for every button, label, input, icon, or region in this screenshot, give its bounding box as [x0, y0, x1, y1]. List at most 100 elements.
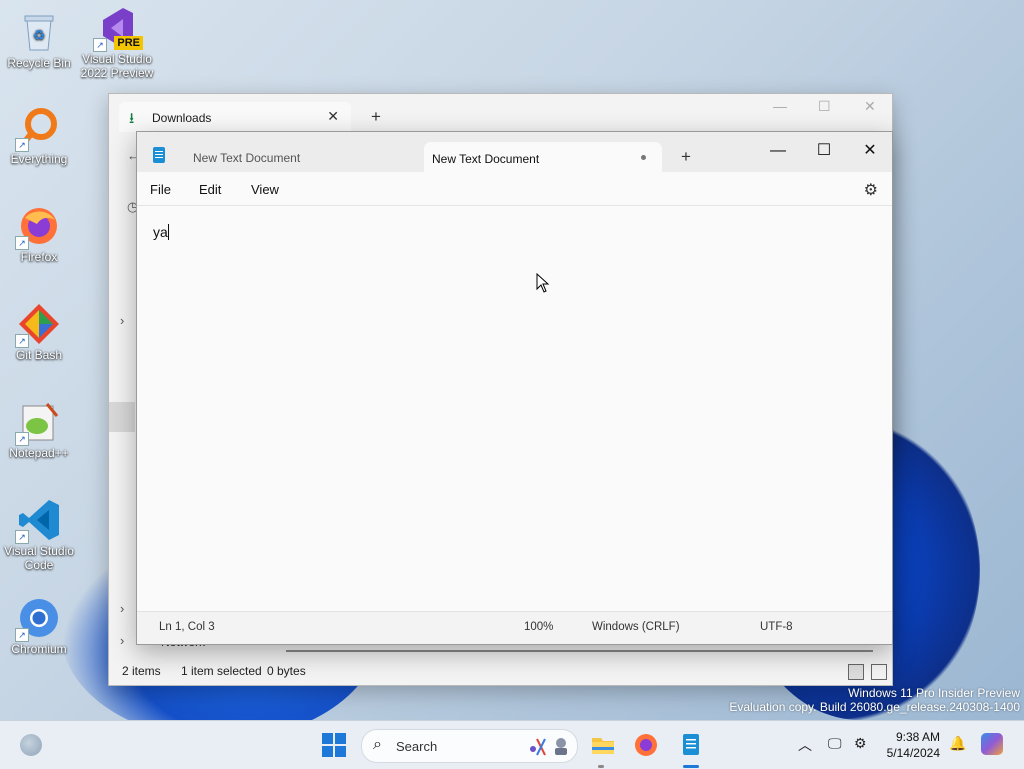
vscode-icon: ↗	[15, 498, 61, 544]
taskbar-firefox-icon[interactable]	[633, 732, 659, 758]
unsaved-dot-icon[interactable]	[641, 155, 646, 160]
close-button[interactable]: ✕	[864, 98, 876, 115]
desktop-icon-firefox[interactable]: ↗ Firefox	[0, 204, 78, 264]
desktop-icon-visual-studio-code[interactable]: ↗ Visual Studio Code	[0, 498, 78, 572]
volume-icon[interactable]: ⚙	[854, 735, 867, 752]
status-line-ending[interactable]: Windows (CRLF)	[592, 621, 680, 633]
taskbar-clock[interactable]: 9:38 AM 5/14/2024	[884, 729, 940, 761]
git-bash-icon: ↗	[15, 302, 61, 348]
visual-studio-icon: PRE ↗	[93, 6, 143, 52]
notepad-titlebar: New Text Document New Text Document + — …	[137, 132, 892, 172]
shortcut-arrow-icon: ↗	[15, 530, 29, 544]
everything-search-icon: ↗	[15, 106, 61, 152]
tiles-view-button[interactable]	[871, 664, 887, 680]
expand-chevron-icon[interactable]: ›	[120, 313, 124, 328]
taskbar-file-explorer-icon[interactable]	[590, 732, 616, 758]
search-placeholder: Search	[396, 739, 438, 754]
expand-chevron-icon[interactable]: ›	[120, 601, 124, 616]
start-button[interactable]	[322, 733, 346, 757]
tab-label: New Text Document	[193, 151, 301, 165]
menu-file[interactable]: File	[150, 182, 171, 197]
widgets-icon[interactable]	[20, 734, 42, 756]
details-view-button[interactable]	[848, 664, 864, 680]
desktop-icon-notepad-plus-plus[interactable]: ↗ Notepad++	[0, 400, 78, 460]
notepad-tab-1[interactable]: New Text Document	[181, 144, 421, 172]
svg-text:♻: ♻	[33, 27, 46, 43]
shortcut-arrow-icon: ↗	[15, 236, 29, 250]
desktop-icon-label: Firefox	[20, 250, 58, 264]
notepad-window[interactable]: New Text Document New Text Document + — …	[136, 131, 893, 645]
text-editor-area[interactable]: ya	[153, 224, 169, 240]
settings-gear-icon[interactable]: ⚙	[864, 180, 878, 200]
desktop-icon-visual-studio-2022-preview[interactable]: PRE ↗ Visual Studio 2022 Preview	[78, 6, 156, 80]
shortcut-arrow-icon: ↗	[15, 628, 29, 642]
new-tab-button[interactable]: +	[371, 107, 381, 127]
mouse-pointer-icon	[536, 273, 550, 293]
status-item-count: 2 items	[122, 664, 161, 678]
horizontal-scrollbar[interactable]	[286, 650, 873, 652]
shortcut-arrow-icon: ↗	[15, 432, 29, 446]
maximize-button[interactable]: ☐	[801, 138, 847, 164]
watermark-line-2: Evaluation copy. Build 26080.ge_release.…	[729, 700, 1020, 714]
download-icon: ⭳	[129, 110, 135, 127]
status-cursor-position: Ln 1, Col 3	[159, 621, 215, 633]
explorer-status-bar: 2 items 1 item selected 0 bytes	[109, 657, 892, 685]
menu-view[interactable]: View	[251, 182, 279, 197]
show-hidden-icons-chevron[interactable]: ︿	[798, 735, 812, 755]
notepad-tab-2-active[interactable]: New Text Document	[424, 142, 662, 172]
pre-badge: PRE	[114, 36, 143, 50]
status-encoding[interactable]: UTF-8	[760, 621, 793, 633]
menu-edit[interactable]: Edit	[199, 182, 221, 197]
desktop-icon-label: Everything	[10, 152, 68, 166]
watermark-line-1: Windows 11 Pro Insider Preview	[848, 686, 1020, 700]
desktop-icon-label: Notepad++	[9, 446, 69, 460]
network-icon[interactable]: 🖵	[828, 735, 842, 752]
evaluation-watermark: Windows 11 Pro Insider Preview Evaluatio…	[729, 686, 1020, 714]
desktop-icon-chromium[interactable]: ↗ Chromium	[0, 596, 78, 656]
close-tab-icon[interactable]: ✕	[327, 108, 339, 125]
desktop-icon-label: Git Bash	[15, 348, 63, 362]
search-icon: ⌕	[373, 736, 382, 753]
firefox-icon: ↗	[15, 204, 61, 250]
desktop-icon-everything[interactable]: ↗ Everything	[0, 106, 78, 166]
taskbar: ⌕ Search ︿ 🖵 ⚙ 9:38 AM 5/14/2024 🔔	[0, 720, 1024, 769]
notification-bell-icon[interactable]: 🔔	[949, 735, 966, 752]
desktop-icon-label: Visual Studio 2022 Preview	[80, 52, 154, 80]
desktop-icon-label: Chromium	[11, 642, 67, 656]
text-caret	[167, 224, 169, 240]
notepad-app-icon	[153, 147, 165, 163]
explorer-tab-downloads[interactable]: ⭳ Downloads ✕	[119, 102, 351, 132]
notepad-menubar: File Edit View ⚙	[137, 172, 892, 206]
search-mascot-icon	[550, 735, 572, 757]
nav-selected-row	[109, 402, 135, 432]
status-size: 0 bytes	[267, 664, 306, 678]
status-zoom[interactable]: 100%	[524, 621, 553, 633]
minimize-button[interactable]: —	[773, 98, 787, 114]
shortcut-arrow-icon: ↗	[93, 38, 107, 52]
desktop-icon-label: Recycle Bin	[7, 56, 71, 70]
shortcut-arrow-icon: ↗	[15, 334, 29, 348]
tab-label: New Text Document	[432, 152, 540, 166]
desktop-icon-label: Visual Studio Code	[4, 544, 74, 572]
taskbar-notepad-icon[interactable]	[678, 732, 704, 758]
copilot-icon[interactable]	[981, 733, 1003, 755]
minimize-button[interactable]: —	[755, 138, 801, 164]
notepad-status-bar: Ln 1, Col 3 100% Windows (CRLF) UTF-8	[137, 611, 892, 644]
shortcut-arrow-icon: ↗	[15, 138, 29, 152]
status-selected: 1 item selected	[181, 664, 262, 678]
chromium-icon: ↗	[15, 596, 61, 642]
clock-date: 5/14/2024	[886, 746, 940, 760]
clock-time: 9:38 AM	[895, 730, 940, 744]
desktop-icon-git-bash[interactable]: ↗ Git Bash	[0, 302, 78, 362]
explorer-tab-title: Downloads	[152, 111, 212, 125]
expand-chevron-icon[interactable]: ›	[120, 633, 124, 648]
notepad-plus-plus-icon: ↗	[15, 400, 61, 446]
maximize-button[interactable]: ☐	[818, 98, 831, 115]
close-button[interactable]: ✕	[847, 138, 893, 164]
taskbar-search-box[interactable]: ⌕ Search	[361, 729, 578, 763]
search-highlight-icon	[527, 735, 549, 757]
editor-content: ya	[153, 224, 168, 240]
new-tab-button[interactable]: +	[681, 147, 691, 167]
desktop-icon-recycle-bin[interactable]: ♻ Recycle Bin	[0, 10, 78, 70]
recycle-bin-icon: ♻	[17, 10, 61, 54]
